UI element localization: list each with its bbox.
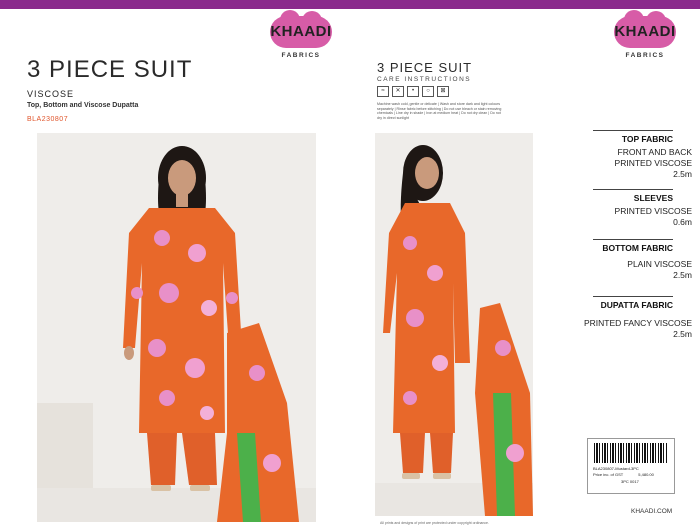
logo-sub: FABRICS: [281, 52, 321, 59]
barcode-icon: [594, 443, 668, 463]
spec-sleeves: PRINTED VISCOSE 0.6m: [615, 206, 692, 228]
barcode-price-row: Price inc. of GST 5,480.00: [593, 472, 669, 477]
website-url: KHAADI.COM: [631, 508, 673, 515]
spec-line: 2.5m: [673, 329, 692, 339]
brand-logo-right: KHAADI FABRICS: [608, 10, 682, 60]
price-label: Price inc. of GST: [593, 472, 624, 477]
brand-logo-left: KHAADI FABRICS: [264, 10, 338, 60]
price-value: 5,480.00: [638, 472, 654, 477]
care-instructions-text: Machine wash cold, gentle or delicate | …: [377, 102, 502, 120]
iron-icon: •: [407, 86, 419, 97]
page-title: 3 PIECE SUIT: [27, 56, 193, 83]
spec-line: PLAIN VISCOSE: [627, 259, 692, 269]
logo-word: KHAADI: [270, 23, 332, 40]
spec-top-fabric: FRONT AND BACK PRINTED VISCOSE 2.5m: [615, 147, 692, 180]
spec-heading-top-fabric: TOP FABRIC: [593, 130, 673, 144]
model-photo-side: [375, 133, 533, 516]
care-heading: CARE INSTRUCTIONS: [377, 76, 472, 83]
wash-icon: ≈: [377, 86, 389, 97]
barcode-tag: BLA230807-Mustard-3PC Price inc. of GST …: [587, 438, 675, 494]
top-banner: [0, 0, 700, 9]
barcode-tag-code: 3PC 0017: [621, 479, 639, 484]
fabric-type: VISCOSE: [27, 89, 75, 99]
copyright-note: All prints and designs of print are prot…: [380, 521, 489, 525]
spec-bottom-fabric: PLAIN VISCOSE 2.5m: [627, 259, 692, 281]
no-tumble-icon: ⊠: [437, 86, 449, 97]
spec-line: PRINTED FANCY VISCOSE: [583, 318, 692, 328]
care-icons: ≈ ✕ • ○ ⊠: [377, 86, 449, 97]
spec-line: FRONT AND BACK: [617, 147, 692, 157]
logo-word: KHAADI: [614, 23, 676, 40]
spec-heading-sleeves: SLEEVES: [593, 189, 673, 203]
spec-line: PRINTED VISCOSE: [614, 206, 692, 216]
spec-line: PRINTED VISCOSE: [614, 158, 692, 168]
spec-line: 2.5m: [673, 270, 692, 280]
section-title: 3 PIECE SUIT: [377, 60, 473, 75]
spec-dupatta-fabric: PRINTED FANCY VISCOSE 2.5m: [584, 318, 692, 340]
spec-heading-bottom-fabric: BOTTOM FABRIC: [593, 239, 673, 253]
barcode-sku: BLA230807-Mustard-3PC: [593, 466, 639, 471]
spec-heading-dupatta-fabric: DUPATTA FABRIC: [593, 296, 673, 310]
logo-sub: FABRICS: [625, 52, 665, 59]
product-code: BLA230807: [27, 116, 69, 123]
spec-line: 0.6m: [673, 217, 692, 227]
model-photo-front: [37, 133, 316, 522]
no-bleach-icon: ✕: [392, 86, 404, 97]
product-description: Top, Bottom and Viscose Dupatta: [27, 102, 139, 109]
spec-line: 2.5m: [673, 169, 692, 179]
dry-clean-icon: ○: [422, 86, 434, 97]
